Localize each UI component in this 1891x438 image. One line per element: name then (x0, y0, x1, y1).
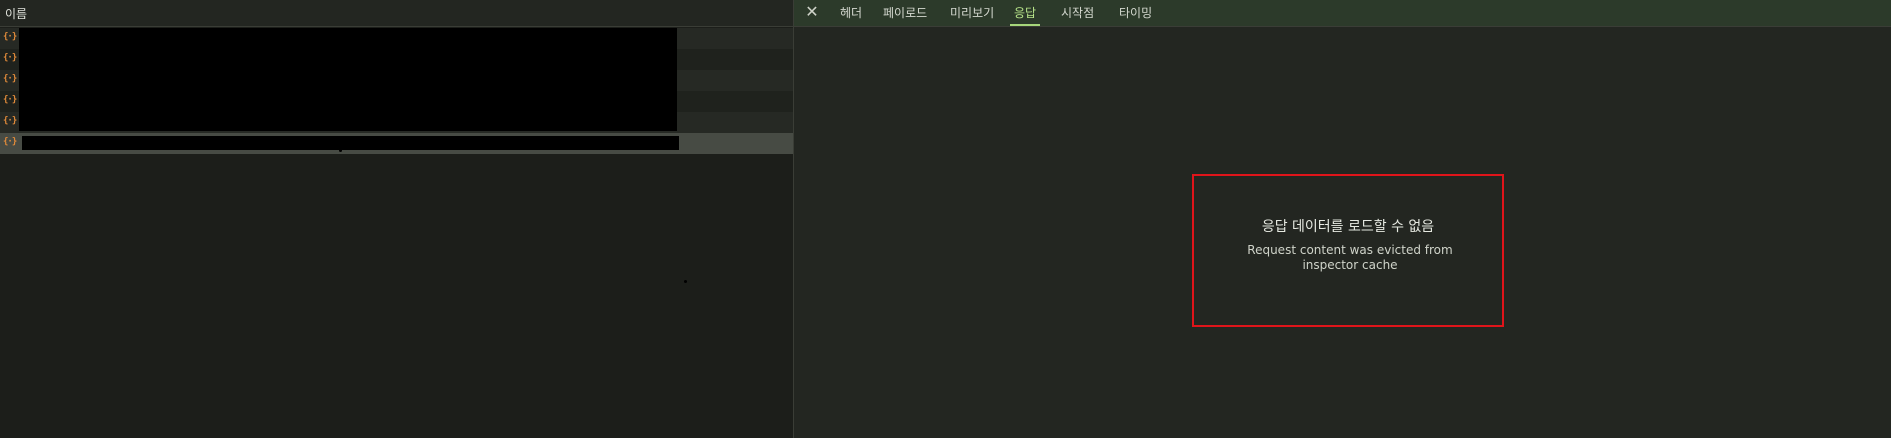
json-file-icon: {·} (3, 116, 17, 126)
redacted-names-block (19, 28, 677, 131)
details-tabbar: ✕ 헤더 페이로드 미리보기 응답 시작점 타이밍 (794, 0, 1891, 27)
tab-timing[interactable]: 타이밍 (1115, 0, 1156, 26)
tab-preview[interactable]: 미리보기 (946, 0, 998, 26)
devtools-network-panel: 이름 {·} {·} {·} {·} {·} {·} ✕ 헤더 페이로드 미리보… (0, 0, 1891, 438)
json-file-icon: {·} (3, 32, 17, 42)
cursor-dot (339, 149, 342, 152)
tab-headers[interactable]: 헤더 (836, 0, 866, 26)
json-file-icon: {·} (3, 137, 17, 147)
json-file-icon: {·} (3, 95, 17, 105)
cursor-dot (684, 280, 687, 283)
column-header-name[interactable]: 이름 (5, 5, 27, 22)
tab-initiator[interactable]: 시작점 (1057, 0, 1098, 26)
redacted-selected-name (22, 136, 679, 150)
tab-response[interactable]: 응답 (1010, 0, 1041, 26)
request-list-pane: 이름 {·} {·} {·} {·} {·} {·} (0, 0, 794, 438)
empty-state-message: Request content was evicted from inspect… (1247, 243, 1453, 272)
tab-payload[interactable]: 페이로드 (879, 0, 931, 26)
empty-state-highlight: 응답 데이터를 로드할 수 없음 Request content was evi… (1192, 174, 1504, 327)
request-list-header[interactable]: 이름 (0, 0, 793, 27)
json-file-icon: {·} (3, 74, 17, 84)
empty-state-title: 응답 데이터를 로드할 수 없음 (1261, 219, 1435, 235)
json-file-icon: {·} (3, 53, 17, 63)
request-details-pane: ✕ 헤더 페이로드 미리보기 응답 시작점 타이밍 응답 데이터를 로드할 수 … (794, 0, 1891, 438)
close-icon[interactable]: ✕ (802, 2, 822, 22)
response-body: 응답 데이터를 로드할 수 없음 Request content was evi… (794, 27, 1891, 438)
